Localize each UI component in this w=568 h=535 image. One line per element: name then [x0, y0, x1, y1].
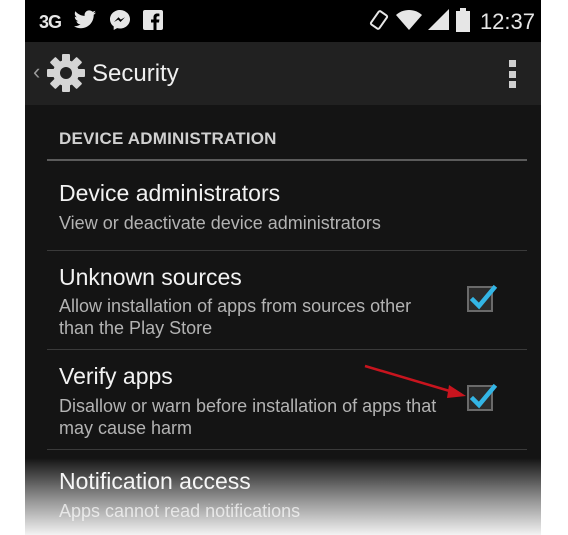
annotation-arrow-icon: [364, 364, 466, 398]
android-screen: 3G 12:37 ‹ Security DEVICE ADMINISTRATIO…: [25, 0, 541, 535]
